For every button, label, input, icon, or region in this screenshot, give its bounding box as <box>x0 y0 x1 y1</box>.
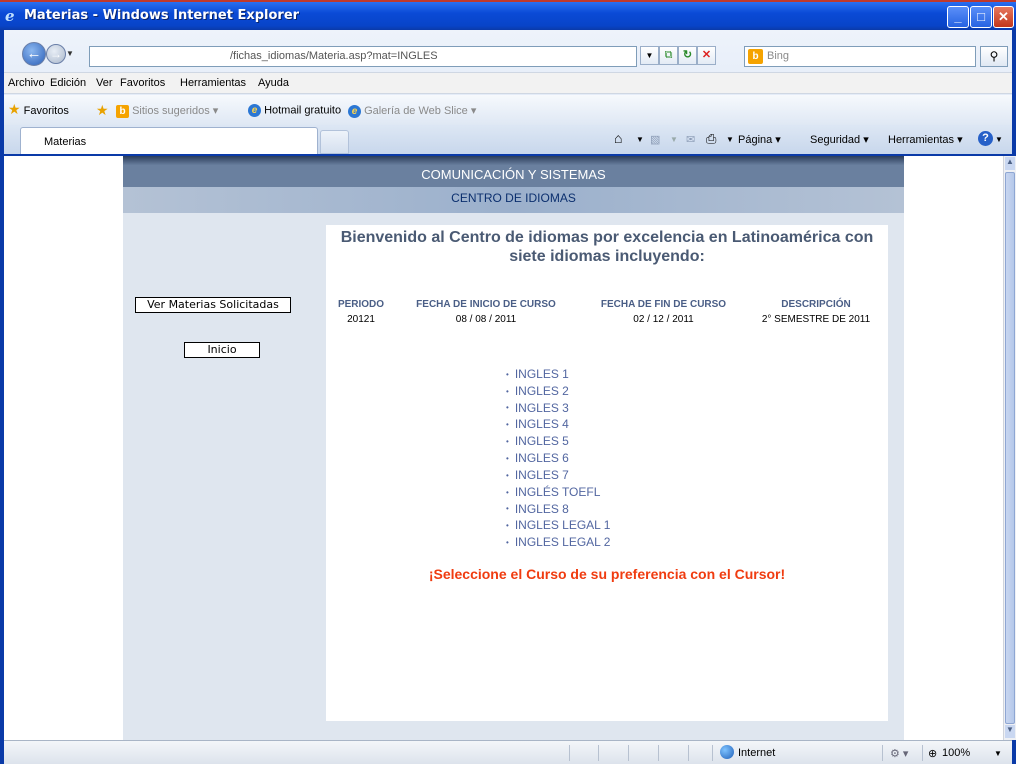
menu-archivo[interactable]: Archivo <box>8 77 45 89</box>
new-tab-button[interactable] <box>320 130 349 154</box>
hotmail-link[interactable]: e Hotmail gratuito <box>248 104 341 117</box>
course-link[interactable]: INGLES 2 <box>506 383 666 400</box>
security-menu[interactable]: Seguridad ▾ <box>810 133 869 146</box>
menu-favoritos[interactable]: Favoritos <box>120 77 165 89</box>
fecha-inicio-header: FECHA DE INICIO DE CURSO <box>416 299 556 310</box>
inicio-button[interactable]: Inicio <box>184 342 260 358</box>
welcome-heading: Bienvenido al Centro de idiomas por exce… <box>340 229 874 265</box>
status-bar: Internet ⚙ ▾ ⊕ 100% ▼ <box>4 740 1012 764</box>
zoom-dropdown-icon[interactable]: ▼ <box>994 749 1002 758</box>
descripcion-header: DESCRIPCIÓN <box>781 299 851 310</box>
descripcion-value: 2° SEMESTRE DE 2011 <box>761 314 871 325</box>
course-link[interactable]: INGLES LEGAL 1 <box>506 517 666 534</box>
site-header: COMUNICACIÓN Y SISTEMAS <box>123 156 904 187</box>
course-link[interactable]: INGLES 8 <box>506 501 666 518</box>
ver-materias-button[interactable]: Ver Materias Solicitadas <box>135 297 291 313</box>
course-link[interactable]: INGLES 4 <box>506 416 666 433</box>
menu-ver[interactable]: Ver <box>96 77 113 89</box>
search-icon[interactable]: ⚲ <box>980 46 1008 67</box>
suggested-sites-link[interactable]: b Sitios sugeridos ▾ <box>116 104 218 118</box>
fecha-fin-value: 02 / 12 / 2011 <box>633 314 694 325</box>
minimize-button[interactable]: _ <box>947 6 969 28</box>
course-link[interactable]: INGLES 5 <box>506 433 666 450</box>
favorites-bar: ★ Favoritos ★ b Sitios sugeridos ▾ e Hot… <box>4 95 1012 125</box>
bing-icon: b <box>116 104 129 118</box>
refresh-icon[interactable]: ↻ <box>678 46 697 65</box>
site-subheader: CENTRO DE IDIOMAS <box>123 187 904 213</box>
feeds-icon[interactable]: ▧ <box>650 133 660 146</box>
course-link[interactable]: INGLES 1 <box>506 366 666 383</box>
course-list: INGLES 1 INGLES 2 INGLES 3 INGLES 4 INGL… <box>506 366 666 551</box>
zoom-level[interactable]: 100% <box>942 747 970 759</box>
periodo-header: PERIODO <box>337 299 385 310</box>
address-bar[interactable]: /fichas_idiomas/Materia.asp?mat=INGLES <box>89 46 637 67</box>
tab-label: Materias <box>44 136 87 148</box>
print-icon[interactable]: ⎙ <box>706 131 716 147</box>
bing-icon: b <box>748 49 763 64</box>
scroll-up-icon[interactable]: ▲ <box>1005 157 1015 170</box>
site-container: COMUNICACIÓN Y SISTEMAS CENTRO DE IDIOMA… <box>123 156 904 740</box>
mail-icon[interactable]: ✉ <box>686 133 695 146</box>
scroll-down-icon[interactable]: ▼ <box>1005 725 1015 738</box>
back-arrow-icon[interactable]: ← <box>22 42 46 66</box>
course-link[interactable]: INGLES 6 <box>506 450 666 467</box>
help-icon[interactable]: ? <box>978 131 993 146</box>
title-bar: e Materias - Windows Internet Explorer _… <box>0 0 1016 30</box>
globe-icon <box>720 745 734 759</box>
select-course-message: ¡Seleccione el Curso de su preferencia c… <box>428 566 786 582</box>
security-zone: Internet <box>738 747 776 759</box>
ie-logo-icon: e <box>5 7 15 25</box>
search-placeholder: Bing <box>767 50 790 62</box>
course-link[interactable]: INGLES 3 <box>506 400 666 417</box>
content-panel: Bienvenido al Centro de idiomas por exce… <box>326 225 888 721</box>
help-dropdown-icon[interactable]: ▼ <box>995 135 1003 144</box>
fecha-fin-header: FECHA DE FIN DE CURSO <box>600 299 727 310</box>
history-dropdown-icon[interactable]: ▼ <box>66 49 74 58</box>
feeds-dropdown-icon[interactable]: ▼ <box>670 135 678 144</box>
star-icon: ★ <box>8 101 21 117</box>
course-link[interactable]: INGLES 7 <box>506 467 666 484</box>
search-input[interactable]: b Bing <box>744 46 976 67</box>
ie-page-icon: e <box>348 104 361 118</box>
tab-materias[interactable]: Materias <box>20 127 318 154</box>
page-viewport: COMUNICACIÓN Y SISTEMAS CENTRO DE IDIOMA… <box>4 156 1003 740</box>
periodo-value: 20121 <box>347 314 375 325</box>
menu-edicion[interactable]: Edición <box>50 77 86 89</box>
course-link[interactable]: INGLES LEGAL 2 <box>506 534 666 551</box>
protected-mode-icon[interactable]: ⚙ ▾ <box>890 747 908 760</box>
menu-herramientas[interactable]: Herramientas <box>180 77 246 89</box>
home-icon[interactable]: ⌂ <box>614 130 622 146</box>
compat-view-icon[interactable]: ⧉ <box>659 46 678 65</box>
home-dropdown-icon[interactable]: ▼ <box>636 135 644 144</box>
vertical-scrollbar[interactable]: ▲ ▼ <box>1003 156 1016 740</box>
ie-page-icon: e <box>248 104 261 117</box>
stop-icon[interactable]: ✕ <box>697 46 716 65</box>
web-slice-gallery-link[interactable]: e Galería de Web Slice ▾ <box>348 104 476 118</box>
page-menu[interactable]: Página ▾ <box>738 133 781 146</box>
course-link[interactable]: INGLÉS TOEFL <box>506 484 666 501</box>
print-dropdown-icon[interactable]: ▼ <box>726 135 734 144</box>
zoom-icon[interactable]: ⊕ <box>928 747 937 760</box>
favorites-button[interactable]: ★ Favoritos <box>8 101 69 118</box>
window-title: Materias - Windows Internet Explorer <box>24 8 300 23</box>
menu-ayuda[interactable]: Ayuda <box>258 77 289 89</box>
add-favorite-icon[interactable]: ★ <box>96 102 109 119</box>
address-url: /fichas_idiomas/Materia.asp?mat=INGLES <box>230 50 438 62</box>
menu-bar: Archivo Edición Ver Favoritos Herramient… <box>4 72 1012 94</box>
close-button[interactable]: ✕ <box>993 6 1014 28</box>
address-dropdown-icon[interactable]: ▼ <box>640 46 659 65</box>
scroll-thumb[interactable] <box>1005 172 1015 724</box>
tools-menu[interactable]: Herramientas ▾ <box>888 133 963 146</box>
forward-arrow-icon[interactable]: → <box>46 44 66 64</box>
command-bar: ⌂ ▼ ▧ ▼ ✉ ⎙ ▼ Página ▾ Seguridad ▾ Herra… <box>610 130 1010 150</box>
maximize-button[interactable]: □ <box>970 6 992 28</box>
fecha-inicio-value: 08 / 08 / 2011 <box>455 314 517 325</box>
